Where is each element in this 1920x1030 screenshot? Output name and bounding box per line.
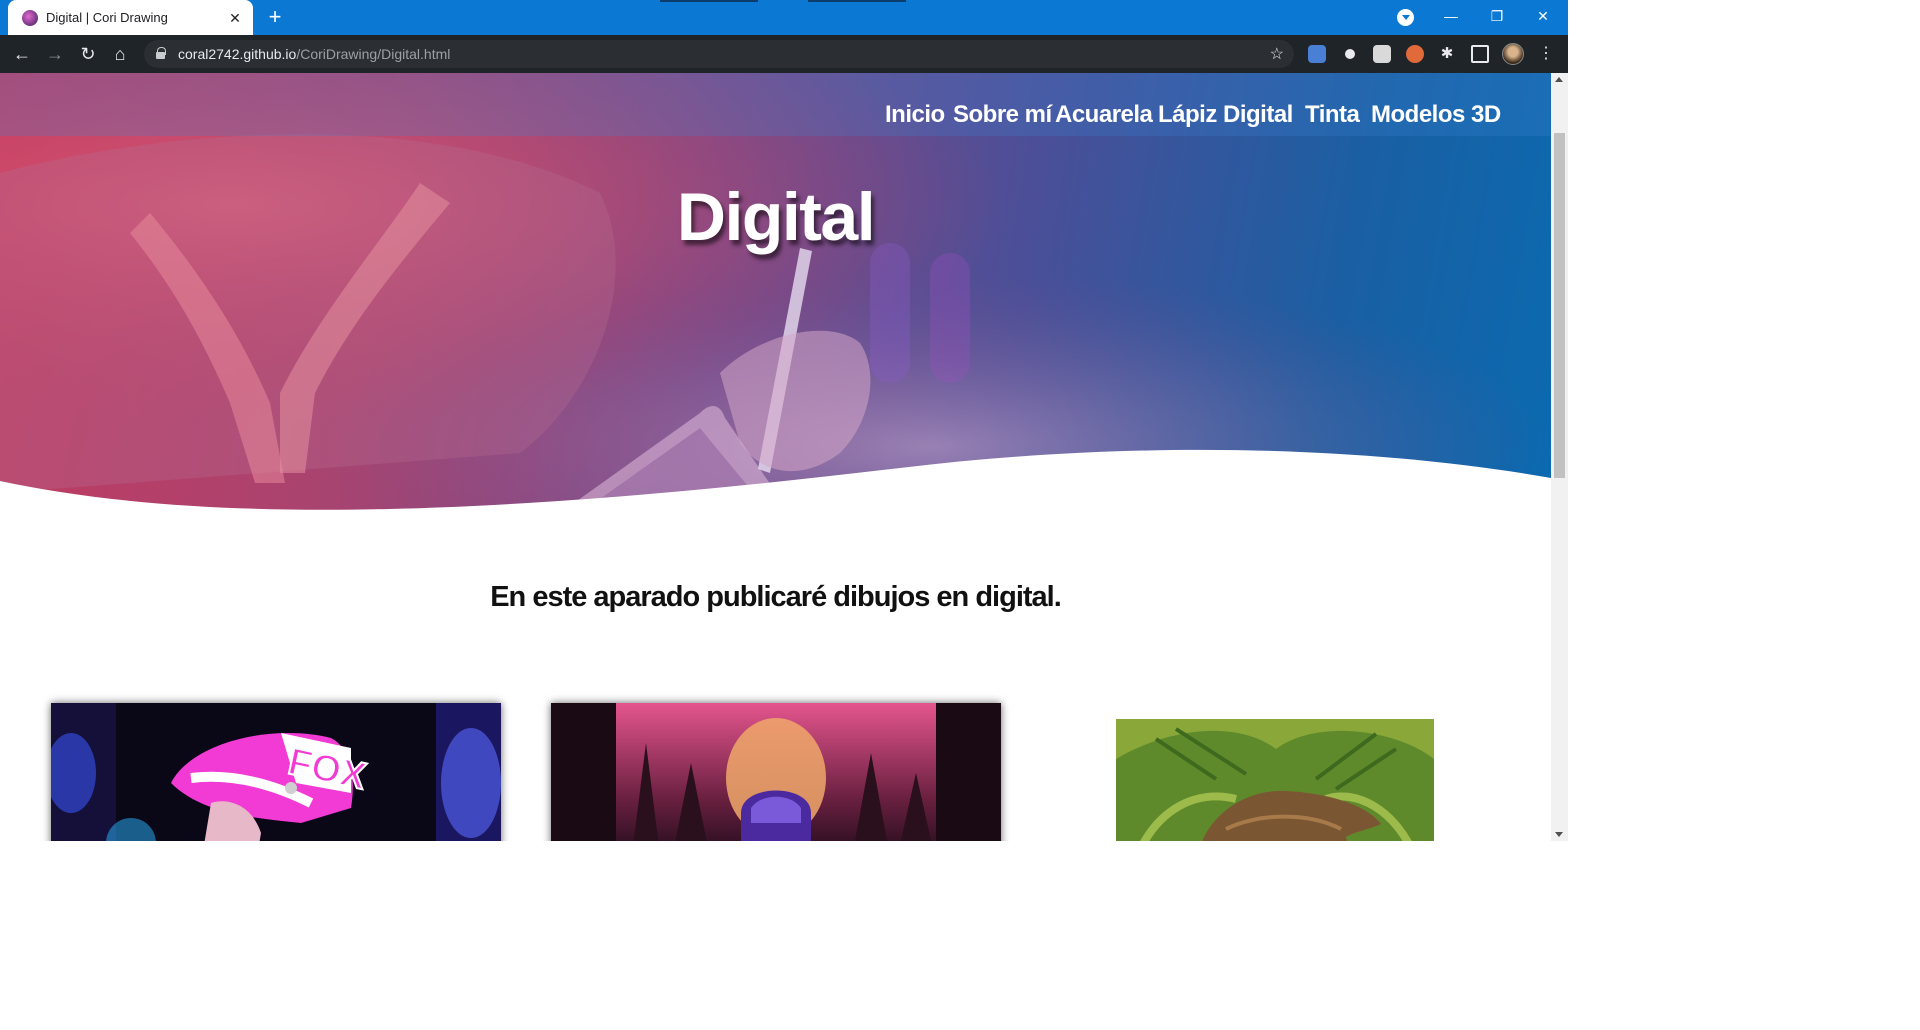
- nav-link-lapiz[interactable]: Lápiz: [1158, 101, 1217, 129]
- nav-link-modelos-3d[interactable]: Modelos 3D: [1371, 101, 1501, 129]
- nav-link-sobre-mi[interactable]: Sobre mí: [953, 101, 1052, 129]
- url-path: /CoriDrawing/Digital.html: [296, 46, 451, 62]
- tab-title: Digital | Cori Drawing: [46, 10, 168, 25]
- restore-button[interactable]: ❐: [1474, 0, 1520, 32]
- nav-link-digital[interactable]: Digital: [1223, 101, 1293, 129]
- home-button[interactable]: ⌂: [106, 40, 134, 68]
- screenshot-extension-icon[interactable]: [1373, 45, 1391, 63]
- eye-extension-icon[interactable]: [1341, 45, 1359, 63]
- forward-button[interactable]: →: [41, 40, 69, 68]
- puzzle-extensions-icon[interactable]: ✱: [1438, 45, 1456, 63]
- scrollbar-thumb[interactable]: [1554, 133, 1565, 478]
- gallery-item-3[interactable]: [1116, 719, 1434, 841]
- scroll-down-arrow-icon[interactable]: [1555, 832, 1563, 837]
- hero-banner: Inicio Sobre mí Acuarela Lápiz Digital T…: [0, 73, 1551, 513]
- reload-button[interactable]: ↻: [74, 40, 102, 68]
- new-tab-button[interactable]: +: [264, 6, 286, 28]
- close-tab-icon[interactable]: ✕: [227, 10, 243, 26]
- portrait-palm-drawing: [1116, 719, 1434, 841]
- url-host: coral2742.github.io: [178, 46, 297, 62]
- page-scrollbar[interactable]: [1551, 73, 1568, 841]
- astronaut-forest-drawing: [551, 703, 1001, 841]
- tabstrip-notch: [660, 0, 758, 2]
- nav-link-tinta[interactable]: Tinta: [1305, 101, 1360, 129]
- browser-tabbar: Digital | Cori Drawing ✕ + — ❐ ✕: [0, 0, 1568, 35]
- page-viewport: Inicio Sobre mí Acuarela Lápiz Digital T…: [0, 73, 1551, 841]
- browser-tab-active[interactable]: Digital | Cori Drawing ✕: [8, 0, 253, 35]
- close-window-button[interactable]: ✕: [1520, 0, 1566, 32]
- gallery-item-2[interactable]: [551, 703, 1001, 841]
- intro-text: En este aparado publicaré dibujos en dig…: [490, 581, 1062, 613]
- tab-search-icon[interactable]: [1397, 9, 1414, 26]
- translate-extension-icon[interactable]: [1308, 45, 1326, 63]
- lock-icon[interactable]: [156, 47, 166, 59]
- page-title: Digital: [676, 179, 876, 255]
- browser-menu-icon[interactable]: ⋮: [1538, 43, 1554, 65]
- browser-toolbar: ← → ↻ ⌂ coral2742.github.io/CoriDrawing/…: [0, 35, 1568, 73]
- cast-icon[interactable]: [1471, 45, 1489, 63]
- site-favicon-icon: [22, 9, 38, 26]
- hero-wave-divider: [0, 449, 1551, 513]
- profile-avatar[interactable]: [1502, 43, 1524, 65]
- scroll-up-arrow-icon[interactable]: [1555, 77, 1563, 82]
- gallery-item-1[interactable]: FOX: [51, 703, 501, 841]
- tabstrip-notch: [808, 0, 906, 2]
- back-button[interactable]: ←: [8, 40, 36, 68]
- nav-link-inicio[interactable]: Inicio: [885, 101, 945, 129]
- minimize-button[interactable]: —: [1428, 0, 1474, 32]
- bookmark-star-icon[interactable]: ☆: [1270, 44, 1284, 64]
- address-bar[interactable]: coral2742.github.io/CoriDrawing/Digital.…: [144, 40, 1294, 68]
- character-extension-icon[interactable]: [1406, 45, 1424, 63]
- nav-link-acuarela[interactable]: Acuarela: [1055, 101, 1153, 129]
- url-text: coral2742.github.io/CoriDrawing/Digital.…: [178, 46, 450, 62]
- helmet-fox-drawing: FOX: [51, 703, 501, 841]
- main-nav: Inicio Sobre mí Acuarela Lápiz Digital T…: [0, 73, 1551, 136]
